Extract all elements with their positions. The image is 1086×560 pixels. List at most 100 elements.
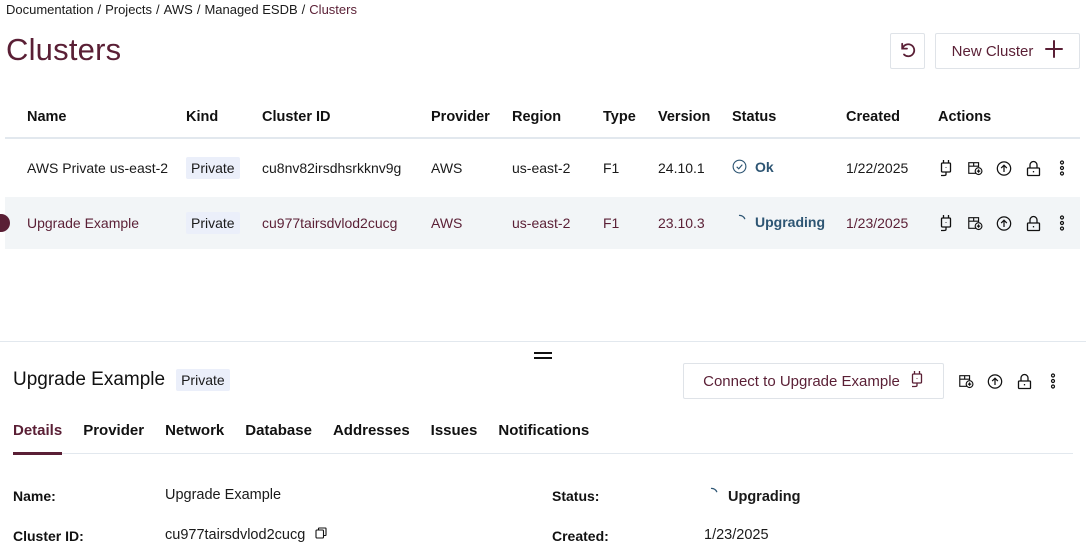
resize-handle-bar	[534, 352, 552, 354]
breadcrumb-current: Clusters	[309, 2, 357, 17]
new-cluster-label: New Cluster	[951, 42, 1034, 60]
header-type[interactable]: Type	[603, 96, 658, 139]
cluster-id-label: Cluster ID:	[13, 528, 84, 544]
lock-icon[interactable]	[1025, 159, 1041, 177]
breadcrumb-managed-esdb[interactable]: Managed ESDB	[204, 2, 297, 17]
lock-icon[interactable]	[1025, 214, 1041, 232]
copy-icon[interactable]	[315, 527, 327, 543]
selected-row-marker	[0, 214, 10, 233]
connect-label: Connect to Upgrade Example	[703, 372, 900, 390]
version: 24.10.1	[658, 160, 705, 176]
table-row[interactable]: AWS Private us-east-2 Private cu8nv82irs…	[5, 138, 1080, 197]
add-backup-icon[interactable]	[967, 214, 983, 232]
cluster-id: cu8nv82irsdhsrkknv9g	[262, 160, 402, 176]
upgrade-icon[interactable]	[996, 214, 1012, 232]
tab-addresses[interactable]: Addresses	[333, 420, 410, 454]
connect-plug-icon[interactable]	[938, 214, 954, 232]
version: 23.10.3	[658, 197, 732, 249]
new-cluster-button[interactable]: New Cluster	[935, 33, 1080, 69]
cluster-name[interactable]: AWS Private us-east-2	[27, 138, 186, 197]
breadcrumb-documentation[interactable]: Documentation	[6, 2, 93, 17]
lock-icon[interactable]	[1016, 372, 1032, 390]
header-region[interactable]: Region	[512, 96, 603, 139]
kind-badge: Private	[186, 157, 240, 179]
kind-cell: Private	[186, 138, 262, 197]
add-backup-icon[interactable]	[958, 372, 974, 390]
breadcrumb-aws[interactable]: AWS	[164, 2, 193, 17]
region: us-east-2	[512, 197, 603, 249]
actions-cell	[926, 138, 1080, 197]
name-label: Name:	[13, 488, 56, 504]
detail-header: Upgrade Example Private	[13, 369, 230, 391]
kind-badge: Private	[186, 212, 240, 234]
tab-details[interactable]: Details	[13, 420, 63, 455]
status-cell: Upgrading	[732, 197, 846, 249]
header-created[interactable]: Created	[846, 96, 926, 139]
detail-kind-badge: Private	[176, 369, 230, 391]
header-version[interactable]: Version	[658, 96, 732, 139]
breadcrumb-separator: /	[97, 2, 102, 17]
more-vertical-icon[interactable]	[1054, 214, 1070, 232]
check-circle-icon	[732, 159, 747, 174]
breadcrumb: Documentation / Projects / AWS / Managed ESDB /…	[6, 2, 357, 17]
resize-handle[interactable]	[534, 352, 552, 362]
type: F1	[603, 197, 658, 249]
cluster-id: cu977tairsdvlod2cucg	[262, 197, 431, 249]
header-provider[interactable]: Provider	[431, 96, 512, 139]
spinner-icon	[732, 214, 747, 229]
type: F1	[603, 160, 620, 176]
tab-network[interactable]: Network	[165, 420, 224, 454]
upgrade-icon[interactable]	[987, 372, 1003, 390]
row-marker-cell	[0, 197, 27, 249]
status-value: Upgrading	[728, 488, 801, 505]
table-header-row: Name Kind Cluster ID Provider Region Typ…	[5, 96, 1080, 139]
status-text: Upgrading	[755, 213, 825, 230]
breadcrumb-separator: /	[196, 2, 201, 17]
connect-plug-icon[interactable]	[938, 159, 954, 177]
refresh-button[interactable]	[890, 33, 925, 69]
header-status[interactable]: Status	[732, 96, 846, 139]
actions-cell	[926, 197, 1080, 249]
status-badge: Upgrading	[732, 214, 825, 230]
plus-icon	[1045, 40, 1064, 62]
connect-button[interactable]: Connect to Upgrade Example	[683, 363, 944, 399]
tab-provider[interactable]: Provider	[83, 420, 144, 454]
refresh-icon	[898, 40, 918, 63]
tab-issues[interactable]: Issues	[431, 420, 478, 454]
status-field: Upgrading	[704, 487, 801, 506]
tab-database[interactable]: Database	[245, 420, 312, 454]
status-cell: Ok	[732, 138, 846, 197]
detail-actions	[958, 372, 1061, 390]
breadcrumb-separator: /	[156, 2, 160, 17]
header-cluster-id[interactable]: Cluster ID	[262, 96, 431, 139]
tab-notifications[interactable]: Notifications	[498, 420, 589, 454]
connect-plug-icon	[910, 370, 924, 392]
detail-tabs: Details Provider Network Database Addres…	[13, 420, 1073, 455]
detail-title: Upgrade Example	[13, 369, 166, 390]
upgrade-icon[interactable]	[996, 159, 1012, 177]
cluster-name[interactable]: Upgrade Example	[27, 197, 186, 249]
row-marker-cell	[5, 138, 27, 197]
cluster-id-field: cu977tairsdvlod2cucg	[165, 527, 327, 543]
table-row-selected[interactable]: Upgrade Example Private cu977tairsdvlod2…	[0, 197, 1080, 249]
header-actions: Actions	[926, 96, 1080, 139]
breadcrumb-projects[interactable]: Projects	[105, 2, 152, 17]
created-value: 1/23/2025	[704, 527, 769, 543]
add-backup-icon[interactable]	[967, 159, 983, 177]
cluster-id-value: cu977tairsdvlod2cucg	[165, 527, 306, 543]
kind-cell: Private	[186, 197, 262, 249]
header-marker	[5, 96, 27, 139]
status-text: Ok	[755, 158, 774, 175]
more-vertical-icon[interactable]	[1045, 372, 1061, 390]
clusters-table: Name Kind Cluster ID Provider Region Typ…	[0, 96, 1080, 249]
more-vertical-icon[interactable]	[1054, 159, 1070, 177]
status-label: Status:	[552, 488, 600, 504]
pane-divider	[0, 341, 1086, 342]
provider: AWS	[431, 197, 512, 249]
header-name[interactable]: Name	[27, 96, 186, 139]
created-label: Created:	[552, 528, 609, 544]
page-title: Clusters	[6, 32, 122, 67]
header-kind[interactable]: Kind	[186, 96, 262, 139]
name-value: Upgrade Example	[165, 487, 282, 503]
provider: AWS	[431, 160, 463, 176]
